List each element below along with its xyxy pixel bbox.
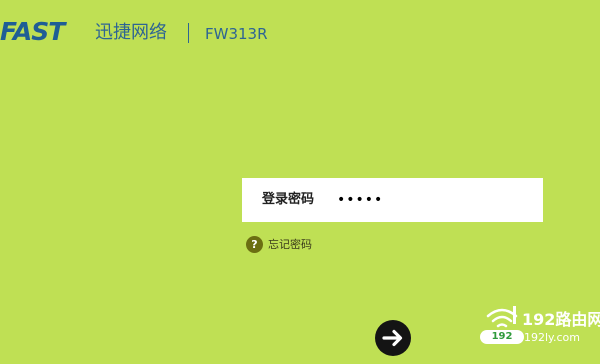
login-form: 登录密码 bbox=[242, 178, 543, 222]
wifi-signal-icon bbox=[486, 306, 518, 328]
password-label: 登录密码 bbox=[262, 192, 315, 207]
watermark: 192 192路由网 192ly.com bbox=[480, 300, 600, 356]
forgot-password-label: 忘记密码 bbox=[268, 238, 312, 251]
login-button[interactable] bbox=[375, 320, 411, 356]
question-icon: ? bbox=[246, 236, 263, 253]
watermark-badge: 192 bbox=[480, 330, 524, 344]
arrow-right-icon bbox=[382, 329, 403, 347]
brand-name: 迅捷网络 bbox=[95, 22, 167, 43]
model-name: FW313R bbox=[205, 25, 268, 43]
watermark-title: 192路由网 bbox=[522, 310, 600, 329]
header-divider bbox=[188, 23, 189, 43]
watermark-url: 192ly.com bbox=[524, 331, 580, 344]
forgot-password-link[interactable]: ? 忘记密码 bbox=[246, 236, 312, 253]
password-input[interactable] bbox=[337, 186, 533, 214]
fast-logo: FAST bbox=[0, 17, 65, 46]
